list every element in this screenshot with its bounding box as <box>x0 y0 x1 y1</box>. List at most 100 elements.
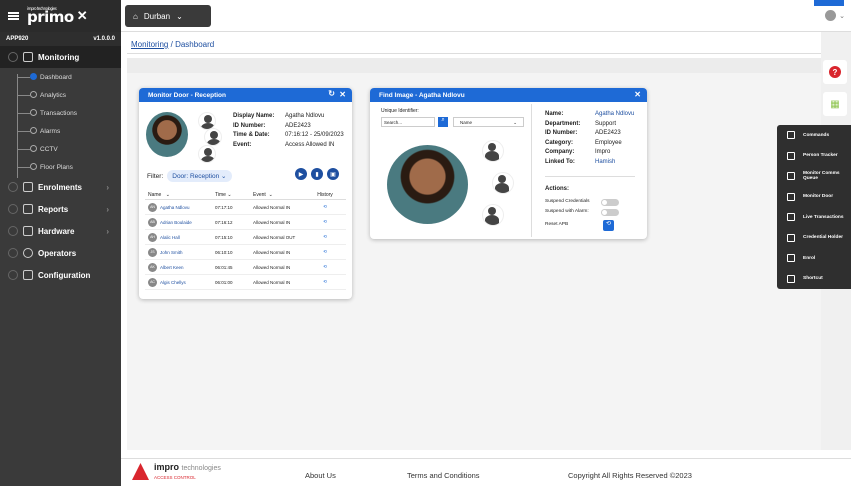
video-button[interactable]: ▣ <box>327 168 339 180</box>
video-icon: ▣ <box>330 171 336 178</box>
menu-item[interactable]: Monitor Comms Queue <box>777 166 851 187</box>
door-button[interactable]: ▮ <box>311 168 323 180</box>
table-row[interactable]: AC Algis Chellys 06:01:00 Allowed Normal … <box>145 275 346 290</box>
sidebar-item-label: Configuration <box>38 270 91 280</box>
menu-item-label: Credential Holder <box>803 235 843 240</box>
menu-item-icon <box>787 131 795 140</box>
sidebar-item-enrolments[interactable]: Enrolments › <box>0 176 121 198</box>
close-icon[interactable]: ✕ <box>634 90 641 99</box>
menu-item[interactable]: Person Tracker <box>777 146 851 167</box>
history-icon[interactable]: ⟲ <box>310 204 340 210</box>
row-name: AK Albert Keen <box>145 262 215 272</box>
divider <box>127 53 821 54</box>
play-icon: ▶ <box>298 171 304 178</box>
col-name[interactable]: Name ⌄ <box>145 192 215 198</box>
filter-value: Door: Reception <box>172 173 220 180</box>
identifier-select[interactable]: Name ⌄ <box>453 117 524 127</box>
brand-suffix: technologies <box>181 465 221 472</box>
filter-chip[interactable]: Door: Reception ⌄ <box>167 170 232 182</box>
history-icon[interactable]: ⟲ <box>310 279 340 285</box>
site-selector[interactable]: ⌂ Durban ⌄ <box>125 5 211 27</box>
play-button[interactable]: ▶ <box>295 168 307 180</box>
transactions-table: Name ⌄ Time ⌄ Event ⌄ History AN Agatha N… <box>145 191 346 290</box>
detail-label: Event: <box>233 141 252 148</box>
search-button[interactable]: ⌕ <box>438 117 448 127</box>
sidebar-item-monitoring[interactable]: Monitoring <box>0 46 121 68</box>
user-menu[interactable]: ⌄ <box>825 10 845 21</box>
subitem-label: Transactions <box>40 109 77 117</box>
hamburger-menu-icon[interactable] <box>8 12 19 20</box>
history-icon[interactable]: ⟲ <box>310 249 340 255</box>
sidebar-subitem-transactions[interactable]: Transactions <box>0 104 121 122</box>
sidebar-item-hardware[interactable]: Hardware › <box>0 220 121 242</box>
menu-item[interactable]: Shortcut <box>777 269 851 290</box>
refresh-icon[interactable]: ↻ <box>328 89 335 98</box>
close-icon[interactable]: ✕ <box>339 90 346 99</box>
search-input[interactable]: Search... <box>381 117 435 127</box>
history-icon[interactable]: ⟲ <box>310 264 340 270</box>
divider <box>531 104 532 237</box>
row-event: Allowed Normal IN <box>253 264 291 270</box>
table-header: Name ⌄ Time ⌄ Event ⌄ History <box>145 191 346 200</box>
monitoring-icon <box>23 52 33 62</box>
initials-avatar: AC <box>148 277 157 287</box>
breadcrumb-monitoring-link[interactable]: Monitoring <box>131 40 168 49</box>
row-name-text: Alalic Hall <box>160 234 180 240</box>
time-value: 07:16:12 - 25/09/2023 <box>285 132 344 139</box>
dot-icon <box>30 127 37 134</box>
suspend-credentials-toggle[interactable] <box>601 199 619 206</box>
history-icon[interactable]: ⟲ <box>310 219 340 225</box>
filter-row: Filter: Door: Reception ⌄ <box>147 170 232 182</box>
sidebar-item-reports[interactable]: Reports › <box>0 198 121 220</box>
subitem-label: Dashboard <box>40 73 72 81</box>
menu-item[interactable]: Commands <box>777 125 851 146</box>
display-name-value: Agatha Ndlovu <box>285 113 325 119</box>
reset-apb-button[interactable]: ⟲ <box>603 220 614 231</box>
about-link[interactable]: About Us <box>305 471 336 480</box>
linked-value[interactable]: Hamish <box>595 159 615 165</box>
sidebar-item-configuration[interactable]: Configuration <box>0 264 121 286</box>
col-time[interactable]: Time ⌄ <box>215 192 253 198</box>
chevron-down-icon: ⌄ <box>513 120 517 125</box>
row-name-text: Algis Chellys <box>160 279 186 285</box>
table-row[interactable]: AK Albert Keen 06:01:45 Allowed Normal IN… <box>145 260 346 275</box>
col-event[interactable]: Event ⌄ <box>253 192 310 198</box>
person-silhouette-icon <box>198 145 216 163</box>
row-event: Allowed Normal IN <box>253 219 291 225</box>
dot-icon <box>30 91 37 98</box>
copyright-text: Copyright All Rights Reserved ©2023 <box>568 471 692 480</box>
table-row[interactable]: AN Agatha Ndlovu 07:17:10 Allowed Normal … <box>145 200 346 215</box>
id-value: ADE2423 <box>595 130 621 137</box>
menu-item[interactable]: Enrol <box>777 248 851 269</box>
sidebar-item-label: Hardware <box>38 226 75 236</box>
suspend-alarm-toggle[interactable] <box>601 209 619 216</box>
table-row[interactable]: AH Alalic Hall 07:15:10 Allowed Normal OU… <box>145 230 346 245</box>
sidebar-item-label: Enrolments <box>38 182 83 192</box>
circle-icon <box>8 204 18 214</box>
version-label: v1.0.0.0 <box>93 36 115 42</box>
history-icon[interactable]: ⟲ <box>310 234 340 240</box>
menu-item-icon <box>787 254 795 263</box>
dot-icon <box>30 163 37 170</box>
menu-item[interactable]: Live Transactions <box>777 207 851 228</box>
sidebar-subitem-alarms[interactable]: Alarms <box>0 122 121 140</box>
menu-item[interactable]: Credential Holder <box>777 228 851 249</box>
col-history[interactable]: History <box>310 192 340 198</box>
actions-label: Actions: <box>545 186 569 192</box>
terms-link[interactable]: Terms and Conditions <box>407 471 480 480</box>
table-row[interactable]: AB Adrian Boulaide 07:16:12 Allowed Norma… <box>145 215 346 230</box>
person-silhouette-icon <box>492 172 514 194</box>
row-name-text: John Smith <box>160 249 183 255</box>
row-time: 06:01:00 <box>215 279 233 285</box>
sidebar-item-operators[interactable]: Operators <box>0 242 121 264</box>
sidebar-subitem-analytics[interactable]: Analytics <box>0 86 121 104</box>
row-name: JS John Smith <box>145 247 215 257</box>
card-header: Find Image - Agatha Ndlovu ✕ <box>370 88 647 102</box>
table-row[interactable]: JS John Smith 06:10:10 Allowed Normal IN … <box>145 245 346 260</box>
widget-button[interactable]: ▦ <box>823 92 847 116</box>
help-button[interactable]: ? <box>823 60 847 84</box>
sidebar-subitem-dashboard[interactable]: Dashboard <box>0 68 121 86</box>
menu-item[interactable]: Monitor Door <box>777 187 851 208</box>
sidebar-subitem-cctv[interactable]: CCTV <box>0 140 121 158</box>
sidebar-subitem-floor-plans[interactable]: Floor Plans <box>0 158 121 176</box>
